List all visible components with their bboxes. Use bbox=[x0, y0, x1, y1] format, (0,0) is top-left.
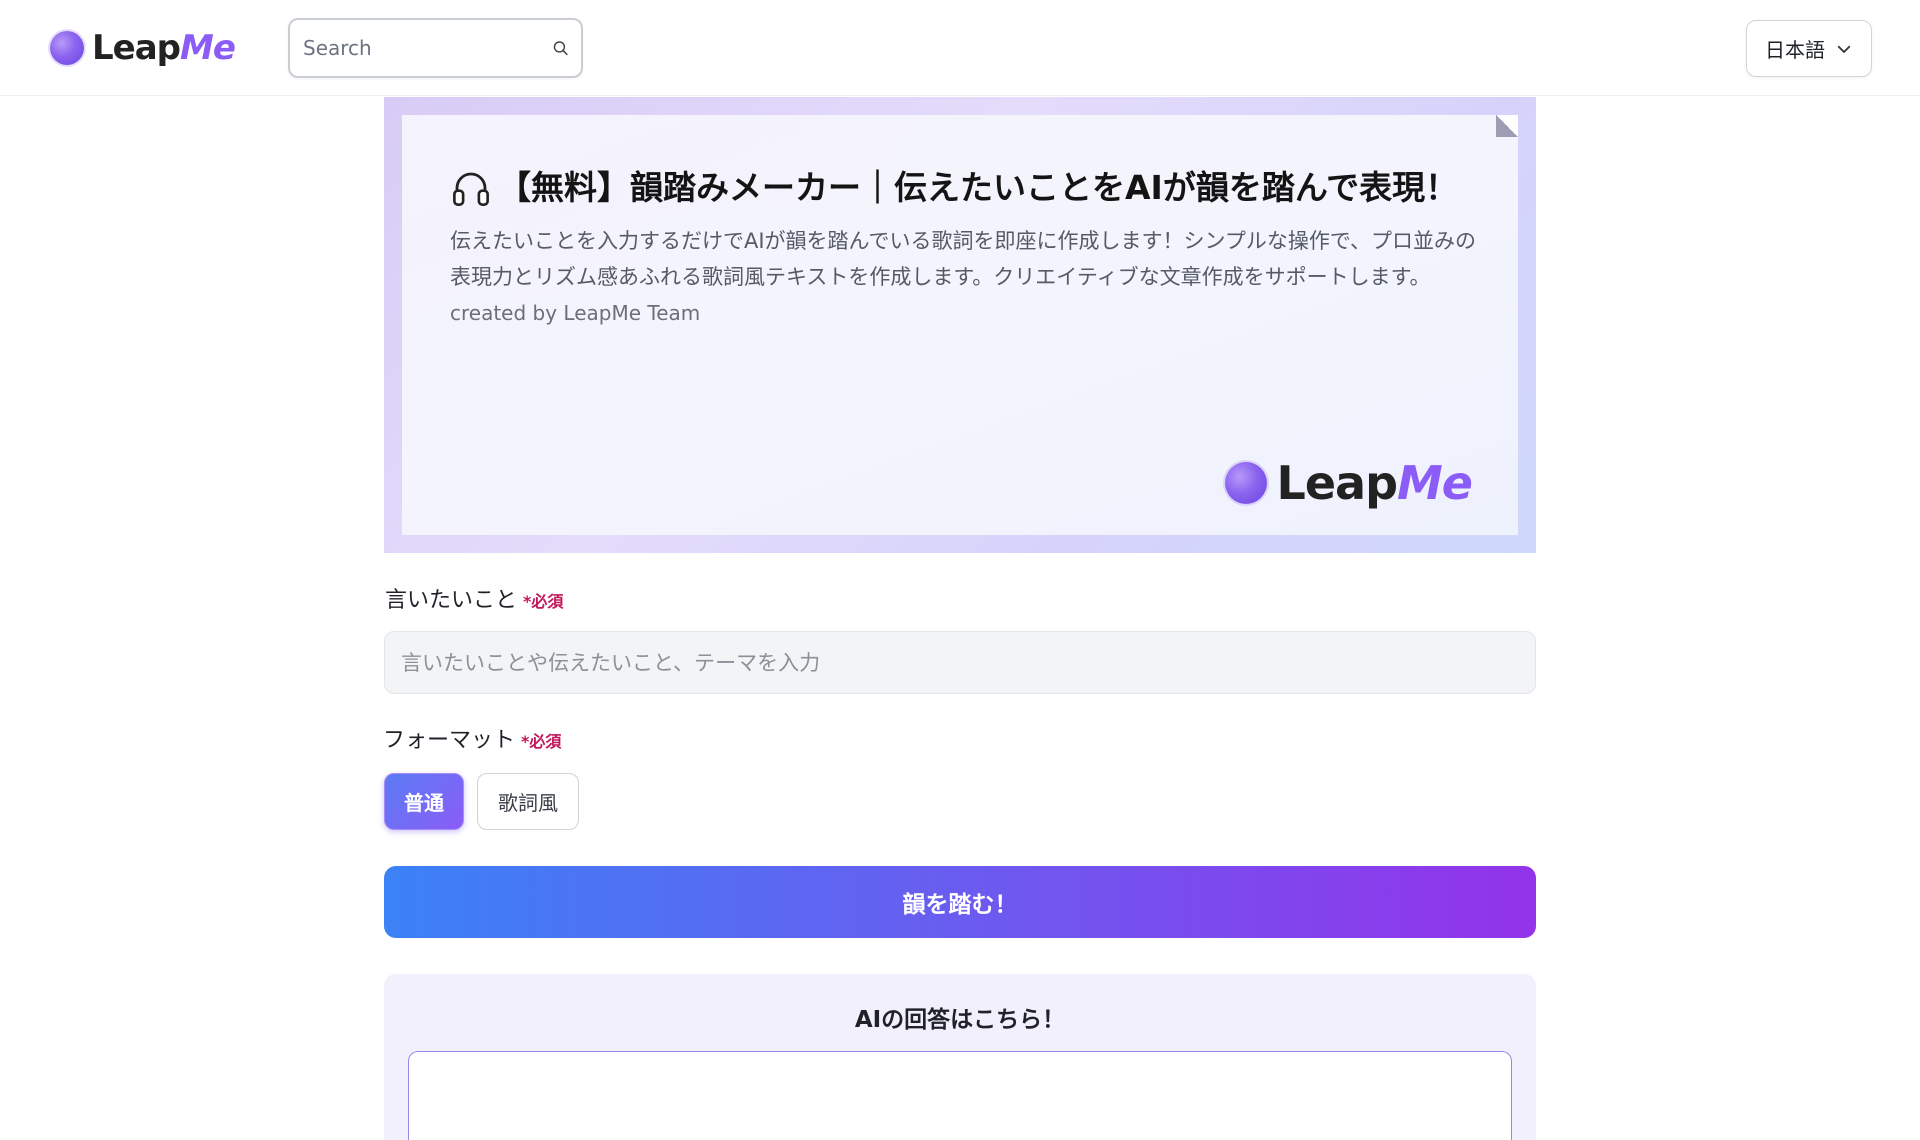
answer-panel: AIの回答はこちら！ bbox=[384, 974, 1536, 1140]
answer-title: AIの回答はこちら！ bbox=[854, 1007, 1066, 1033]
logo-blob-icon bbox=[1224, 462, 1267, 504]
language-selector[interactable]: 日本語 bbox=[1746, 20, 1872, 77]
page-title: 【無料】韻踏みメーカー｜伝えたいことをAIが韻を踏んで表現！ bbox=[450, 165, 1490, 211]
required-badge: *必須 bbox=[521, 732, 562, 751]
say-label-text: 言いたいこと bbox=[385, 588, 518, 613]
author-credit: created by LeapMe Team bbox=[450, 301, 701, 325]
format-field-label: フォーマット *必須 bbox=[383, 722, 561, 754]
chevron-down-icon bbox=[1837, 45, 1851, 53]
hero-logo-text: LeapMe bbox=[1276, 455, 1473, 511]
logo-text-accent: Me bbox=[180, 28, 236, 68]
page-fold-corner bbox=[1496, 115, 1518, 137]
submit-button[interactable]: 韻を踏む！ bbox=[384, 866, 1536, 938]
language-label: 日本語 bbox=[1765, 38, 1825, 62]
logo-text-lead: Leap bbox=[92, 28, 181, 68]
format-option-normal[interactable]: 普通 bbox=[384, 773, 464, 830]
format-label-text: フォーマット bbox=[383, 728, 516, 753]
hero-banner: 【無料】韻踏みメーカー｜伝えたいことをAIが韻を踏んで表現！ 伝えたいことを入力… bbox=[384, 97, 1536, 553]
search-icon[interactable] bbox=[552, 35, 569, 61]
required-badge: *必須 bbox=[523, 592, 564, 611]
hero-logo-text-lead: Leap bbox=[1276, 456, 1398, 510]
page-description: 伝えたいことを入力するだけでAIが韻を踏んでいる歌詞を即座に作成します！シンプル… bbox=[450, 229, 1477, 289]
search-input[interactable] bbox=[303, 36, 552, 60]
page-title-text: 【無料】韻踏みメーカー｜伝えたいことをAIが韻を踏んで表現！ bbox=[498, 168, 1459, 207]
hero-card: 【無料】韻踏みメーカー｜伝えたいことをAIが韻を踏んで表現！ 伝えたいことを入力… bbox=[402, 115, 1518, 535]
say-field-label: 言いたいこと *必須 bbox=[385, 582, 563, 614]
logo-blob-icon bbox=[50, 31, 84, 65]
say-input[interactable] bbox=[384, 631, 1536, 694]
top-header: LeapMe 日本語 bbox=[0, 0, 1920, 96]
hero-leapme-logo: LeapMe bbox=[1224, 455, 1473, 511]
leapme-logo[interactable]: LeapMe bbox=[50, 28, 236, 68]
hero-logo-text-accent: Me bbox=[1397, 456, 1473, 510]
answer-output-box[interactable] bbox=[408, 1051, 1512, 1140]
logo-text: LeapMe bbox=[92, 28, 236, 68]
headphone-icon bbox=[453, 172, 489, 206]
format-option-lyric[interactable]: 歌詞風 bbox=[477, 773, 579, 830]
search-box[interactable] bbox=[288, 18, 583, 78]
